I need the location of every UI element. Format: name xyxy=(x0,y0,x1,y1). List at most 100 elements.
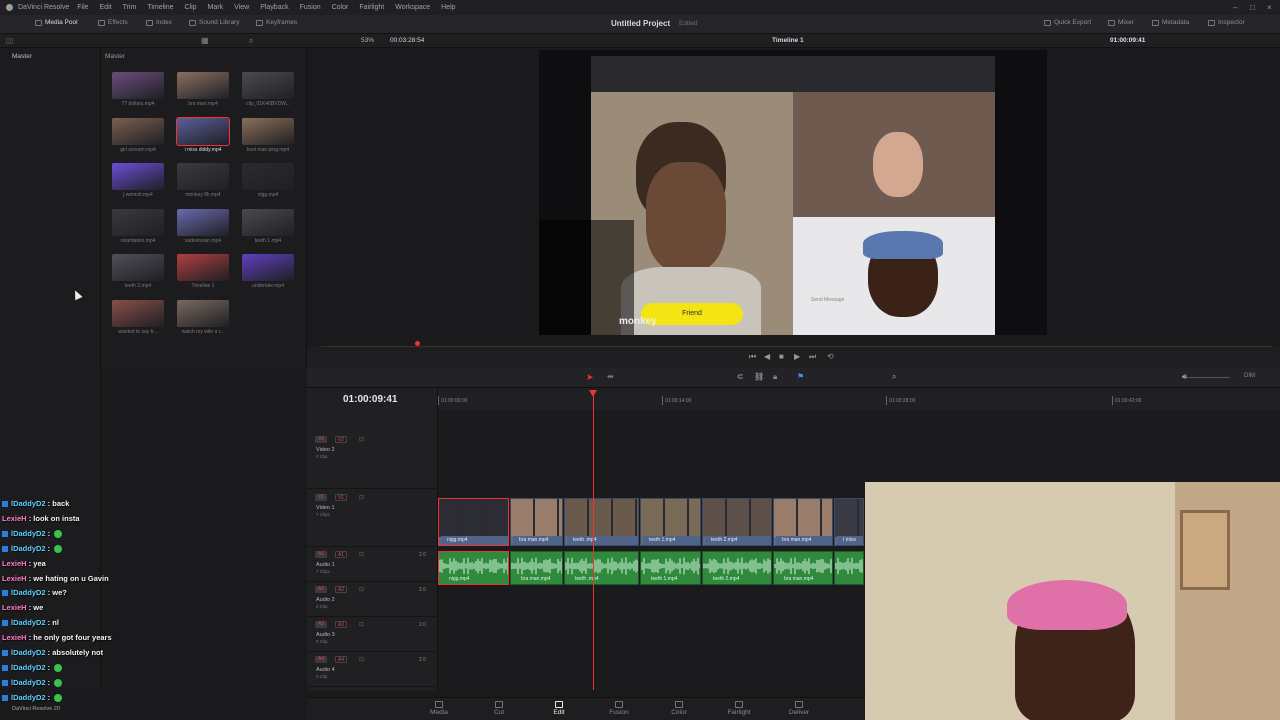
menu-clip[interactable]: Clip xyxy=(185,4,197,11)
media-pool-button[interactable]: Media Pool xyxy=(35,19,78,26)
clip-thumbnail[interactable] xyxy=(242,254,294,281)
clip-thumbnail[interactable] xyxy=(242,72,294,99)
timeline-playhead[interactable] xyxy=(593,390,594,690)
menu-timeline[interactable]: Timeline xyxy=(147,4,173,11)
timeline-audio-clip[interactable]: teeth 2.mp4 xyxy=(702,551,772,585)
close-icon[interactable]: × xyxy=(1267,3,1272,12)
timeline-audio-clip[interactable]: bra man.mp4 xyxy=(773,551,833,585)
go-to-start-icon[interactable]: ⏮ xyxy=(749,352,756,362)
clip-thumbnail[interactable] xyxy=(242,163,294,190)
track-lock-icon[interactable]: ⊡ xyxy=(359,494,364,501)
volume-slider[interactable] xyxy=(1182,377,1230,378)
timeline-video-clip[interactable]: teeth .mp4 xyxy=(564,498,639,546)
inspector-button[interactable]: Inspector xyxy=(1208,19,1245,26)
playhead-marker-icon[interactable] xyxy=(589,390,597,397)
search-icon[interactable]: ⌕ xyxy=(249,36,253,46)
track-header-a1[interactable]: A1 A1 Audio 17 Clips 2.0 ⊡ xyxy=(307,548,438,582)
page-tab-fairlight[interactable]: Fairlight xyxy=(719,701,759,716)
clip-thumbnail[interactable] xyxy=(112,163,164,190)
track-dest-id[interactable]: A1 xyxy=(335,551,347,558)
track-lock-icon[interactable]: ⊡ xyxy=(359,551,364,558)
sound-library-button[interactable]: Sound Library xyxy=(189,19,239,26)
page-tab-deliver[interactable]: Deliver xyxy=(779,701,819,716)
effects-button[interactable]: Effects xyxy=(98,19,128,26)
track-id[interactable]: A1 xyxy=(315,551,327,558)
track-id[interactable]: A2 xyxy=(315,586,327,593)
master-bin[interactable]: Master xyxy=(12,53,32,60)
quick-export-button[interactable]: Quick Export xyxy=(1044,19,1091,26)
minimize-icon[interactable]: – xyxy=(1233,3,1237,12)
menu-file[interactable]: File xyxy=(77,4,88,11)
timeline-video-clip[interactable]: I miss xyxy=(834,498,864,546)
timeline-audio-clip[interactable]: nigg.mp4 xyxy=(438,551,509,585)
link-icon[interactable]: ⛓ xyxy=(754,372,764,381)
track-lock-icon[interactable]: ⊡ xyxy=(359,621,364,628)
trim-tool-icon[interactable]: ⇹ xyxy=(607,372,614,381)
timeline-video-clip[interactable]: teeth 1.mp4 xyxy=(640,498,701,546)
menu-help[interactable]: Help xyxy=(441,4,455,11)
timeline-ruler[interactable] xyxy=(438,388,1280,410)
play-icon[interactable]: ▶ xyxy=(794,352,800,361)
page-tab-media[interactable]: Media xyxy=(419,701,459,716)
mixer-button[interactable]: Mixer xyxy=(1108,19,1134,26)
menu-trim[interactable]: Trim xyxy=(123,4,137,11)
menu-view[interactable]: View xyxy=(234,4,249,11)
track-id[interactable]: V2 xyxy=(315,436,327,443)
dim-button[interactable]: DIM xyxy=(1244,373,1255,379)
clip-thumbnail[interactable] xyxy=(177,299,229,327)
speaker-icon[interactable]: 🔊︎ xyxy=(1182,372,1187,382)
index-button[interactable]: Index xyxy=(146,19,172,26)
track-header-a4[interactable]: A4 A4 Audio 40 Clip 2.0 ⊡ xyxy=(307,653,438,687)
timeline-video-clip[interactable]: bra man.mp4 xyxy=(773,498,833,546)
clip-thumbnail[interactable] xyxy=(177,72,229,99)
scrub-playhead[interactable] xyxy=(415,341,420,346)
timeline-video-clip[interactable]: teeth 2.mp4 xyxy=(702,498,772,546)
track-lock-icon[interactable]: ⊡ xyxy=(359,436,364,443)
scrub-bar[interactable] xyxy=(321,346,1272,347)
track-dest-id[interactable]: A4 xyxy=(335,656,347,663)
menu-edit[interactable]: Edit xyxy=(100,4,112,11)
menu-workspace[interactable]: Workspace xyxy=(395,4,430,11)
clip-thumbnail[interactable] xyxy=(242,208,294,236)
zoom-icon[interactable]: ⌕ xyxy=(892,372,896,382)
track-id[interactable]: A3 xyxy=(315,621,327,628)
clip-thumbnail[interactable] xyxy=(112,299,164,327)
track-dest-id[interactable]: V2 xyxy=(335,436,347,443)
track-dest-id[interactable]: A2 xyxy=(335,586,347,593)
menu-color[interactable]: Color xyxy=(332,4,349,11)
track-lock-icon[interactable]: ⊡ xyxy=(359,656,364,663)
track-header-v2[interactable]: V2 V2 Video 20 Clip ⊡ xyxy=(307,433,438,489)
track-id[interactable]: A4 xyxy=(315,656,327,663)
track-dest-id[interactable]: A3 xyxy=(335,621,347,628)
track-id[interactable]: V1 xyxy=(315,494,327,501)
track-dest-id[interactable]: V1 xyxy=(335,494,347,501)
menu-fairlight[interactable]: Fairlight xyxy=(359,4,384,11)
clip-thumbnail[interactable] xyxy=(112,254,164,281)
flag-icon[interactable]: ⚑ xyxy=(797,372,804,381)
clip-thumbnail[interactable] xyxy=(112,72,164,99)
menu-fusion[interactable]: Fusion xyxy=(300,4,321,11)
clip-thumbnail[interactable] xyxy=(112,117,164,145)
metadata-button[interactable]: Metadata xyxy=(1152,19,1189,26)
track-lock-icon[interactable]: ⊡ xyxy=(359,586,364,593)
timeline-audio-clip[interactable] xyxy=(834,551,864,585)
keyframes-button[interactable]: Keyframes xyxy=(256,19,297,26)
clip-thumbnail[interactable] xyxy=(242,117,294,145)
timeline-audio-clip[interactable]: teeth 1.mp4 xyxy=(640,551,701,585)
selection-tool-icon[interactable]: ➤ xyxy=(586,372,594,383)
track-header-a2[interactable]: A2 A2 Audio 20 Clip 2.0 ⊡ xyxy=(307,583,438,617)
play-reverse-icon[interactable]: ◀ xyxy=(764,352,770,361)
timeline-name[interactable]: Timeline 1 xyxy=(772,37,804,44)
go-to-end-icon[interactable]: ⏭ xyxy=(809,352,816,362)
clip-thumbnail[interactable] xyxy=(177,208,229,236)
panel-toggle-icon[interactable]: ▯▯ xyxy=(6,37,14,45)
loop-icon[interactable]: ⟲ xyxy=(827,352,834,361)
page-tab-fusion[interactable]: Fusion xyxy=(599,701,639,716)
timeline-video-clip[interactable]: nigg.mp4 xyxy=(438,498,509,546)
menu-mark[interactable]: Mark xyxy=(208,4,224,11)
timeline-video-clip[interactable]: bra man.mp4 xyxy=(510,498,563,546)
stop-icon[interactable]: ■ xyxy=(779,352,784,361)
clip-thumbnail[interactable] xyxy=(176,116,230,146)
timeline-audio-clip[interactable]: bra man.mp4 xyxy=(510,551,563,585)
thumbnail-view-icon[interactable]: ▦ xyxy=(201,36,209,45)
